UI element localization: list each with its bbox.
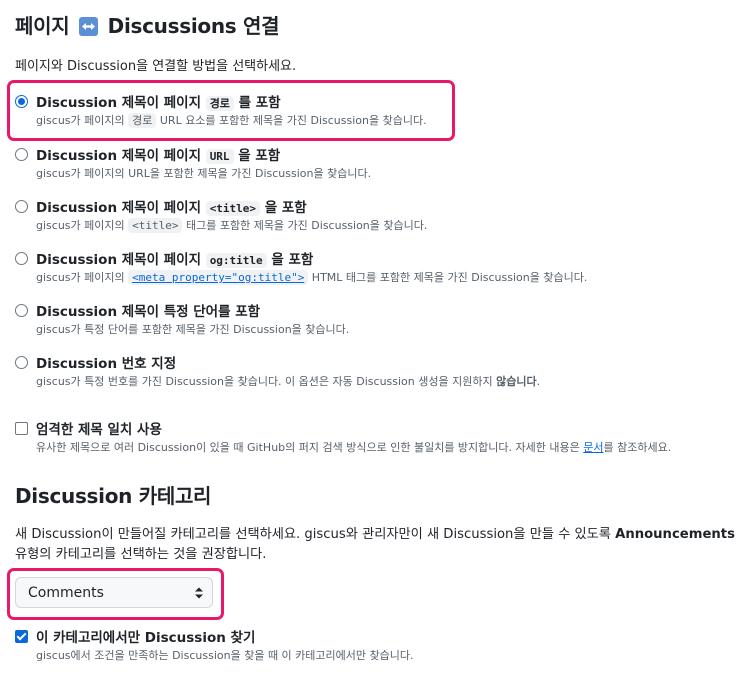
category-only-label: 이 카테고리에서만 Discussion 찾기	[36, 630, 256, 646]
option-desc-post: .	[536, 375, 541, 388]
option-desc-code: 경로	[128, 113, 157, 128]
option-desc: giscus가 특정 단어를 포함한 제목을 가진 Discussion을 찾습…	[36, 323, 350, 336]
page-title-right: Discussions 연결	[107, 14, 280, 38]
og-title-link-code: <meta property="og:title">	[128, 270, 309, 285]
category-only-checkbox[interactable]	[15, 630, 28, 643]
option-desc: giscus가 특정 번호를 가진 Discussion을 찾습니다. 이 옵션…	[36, 375, 497, 388]
radio-specific[interactable]	[15, 304, 28, 317]
option-code: 경로	[205, 96, 234, 111]
left-right-arrow-icon	[78, 17, 98, 36]
strict-title-label: 엄격한 제목 일치 사용	[36, 422, 162, 438]
option-desc-post: URL 요소를 포함한 제목을 가진 Discussion을 찾습니다.	[156, 114, 427, 127]
category-only-desc: giscus에서 조건을 만족하는 Discussion을 찾을 때 이 카테고…	[36, 649, 414, 662]
option-title: Discussion 번호 지정	[36, 356, 177, 372]
option-code: <title>	[205, 201, 261, 216]
docs-link[interactable]: 문서	[583, 441, 603, 454]
category-select-value: Comments	[28, 585, 104, 601]
category-desc-line2: 유형의 카테고리를 선택하는 것을 권장합니다.	[15, 547, 267, 562]
option-desc-code: <title>	[128, 218, 183, 233]
option-desc: giscus가 페이지의 URL을 포함한 제목을 가진 Discussion을…	[36, 167, 372, 180]
option-desc-bold: 않습니다	[496, 375, 537, 388]
option-title-post: 을 포함	[266, 252, 314, 268]
radio-pathname[interactable]	[15, 95, 28, 108]
intro-text: 페이지와 Discussion을 연결할 방법을 선택하세요.	[15, 59, 297, 74]
option-title: Discussion 제목이 특정 단어를 포함	[36, 304, 261, 320]
category-heading: Discussion 카테고리	[15, 484, 212, 508]
category-select[interactable]: Comments	[15, 577, 213, 608]
strict-desc: 유사한 제목으로 여러 Discussion이 있을 때 GitHub의 퍼지 …	[36, 441, 584, 454]
option-title: Discussion 제목이 페이지	[36, 148, 206, 164]
category-desc: 새 Discussion이 만들어질 카테고리를 선택하세요. giscus와 …	[15, 527, 616, 542]
option-title: Discussion 제목이 페이지	[36, 252, 206, 268]
option-code: URL	[205, 149, 234, 164]
chevron-up-down-icon	[194, 586, 204, 604]
option-title-post: 을 포함	[260, 200, 307, 216]
option-title-post: 을 포함	[233, 148, 281, 164]
option-desc-post: HTML 태그를 포함한 제목을 가진 Discussion을 찾습니다.	[308, 271, 588, 284]
option-title-post: 를 포함	[233, 95, 281, 111]
strict-desc-post: 를 참조하세요.	[603, 441, 672, 454]
radio-og-title[interactable]	[15, 252, 28, 265]
option-desc: giscus가 페이지의	[36, 114, 129, 127]
radio-title[interactable]	[15, 200, 28, 213]
page-title: 페이지 Discussions 연결	[15, 10, 280, 39]
category-desc-line1: 새 Discussion이 만들어질 카테고리를 선택하세요. giscus와 …	[15, 523, 735, 542]
option-title: Discussion 제목이 페이지	[36, 200, 206, 216]
option-desc-post: 태그를 포함한 제목을 가진 Discussion을 찾습니다.	[182, 219, 428, 232]
option-desc: giscus가 페이지의	[36, 219, 129, 232]
og-title-link[interactable]: <meta property="og:title">	[128, 270, 309, 285]
option-desc: giscus가 페이지의	[36, 271, 129, 284]
category-desc-bold: Announcements	[615, 527, 735, 542]
strict-title-checkbox[interactable]	[15, 422, 28, 435]
option-title: Discussion 제목이 페이지	[36, 95, 206, 111]
page-title-left: 페이지	[15, 14, 70, 38]
radio-url[interactable]	[15, 148, 28, 161]
option-code: og:title	[205, 253, 267, 268]
radio-number[interactable]	[15, 356, 28, 369]
